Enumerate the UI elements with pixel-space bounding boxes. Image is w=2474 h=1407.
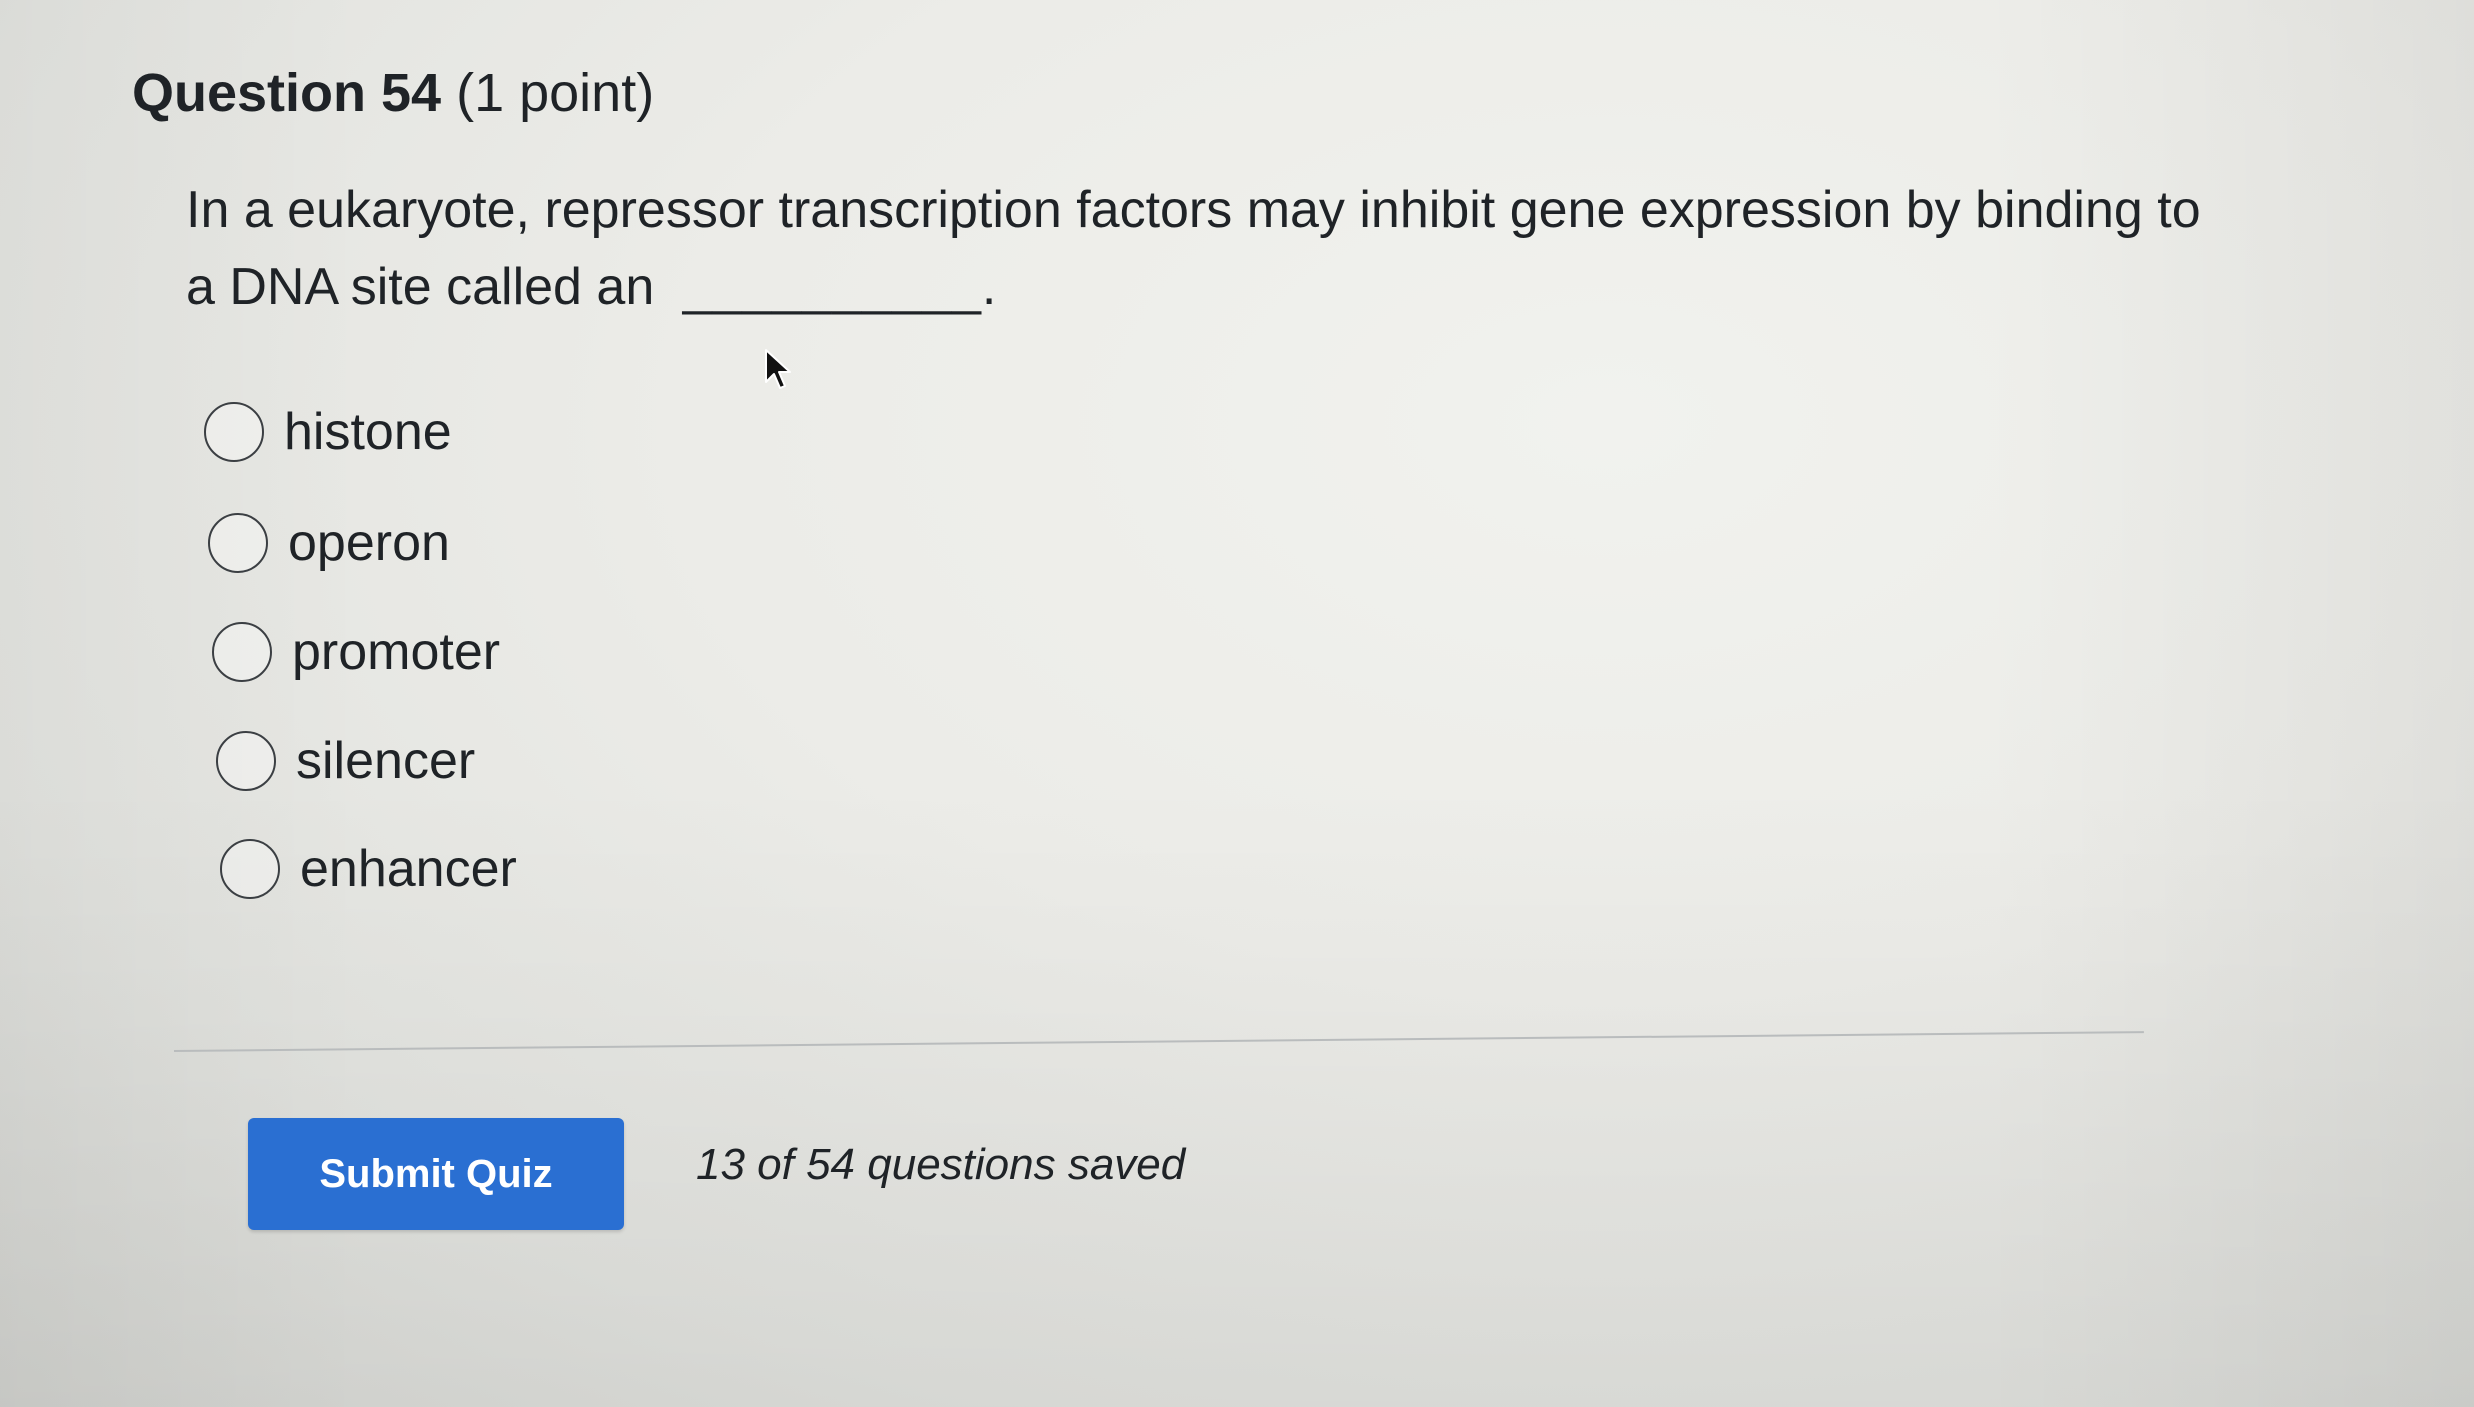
answer-blank: __________.: [682, 258, 998, 316]
radio-button[interactable]: [220, 839, 280, 899]
submit-quiz-button[interactable]: Submit Quiz: [248, 1118, 624, 1230]
radio-button[interactable]: [208, 513, 268, 573]
option-enhancer[interactable]: enhancer: [220, 839, 517, 899]
option-histone[interactable]: histone: [204, 402, 452, 462]
save-status: 13 of 54 questions saved: [696, 1140, 1186, 1189]
radio-button[interactable]: [204, 402, 264, 462]
option-label: enhancer: [300, 840, 517, 898]
radio-button[interactable]: [212, 622, 272, 682]
option-label: promoter: [292, 623, 501, 681]
option-label: histone: [284, 403, 452, 461]
option-silencer[interactable]: silencer: [216, 731, 475, 791]
section-divider: [173, 1031, 2144, 1052]
radio-button[interactable]: [216, 731, 276, 791]
option-label: silencer: [296, 732, 476, 790]
mouse-pointer-icon: [765, 349, 791, 389]
option-operon[interactable]: operon: [208, 513, 450, 573]
question-header: Question 54 (1 point): [132, 62, 654, 124]
question-prompt: In a eukaryote, repressor transcription …: [186, 181, 2201, 316]
option-label: operon: [288, 514, 450, 572]
question-text: In a eukaryote, repressor transcription …: [186, 172, 2236, 326]
question-points: (1 point): [456, 63, 655, 123]
question-title: Question 54: [132, 63, 442, 123]
option-promoter[interactable]: promoter: [212, 622, 500, 682]
